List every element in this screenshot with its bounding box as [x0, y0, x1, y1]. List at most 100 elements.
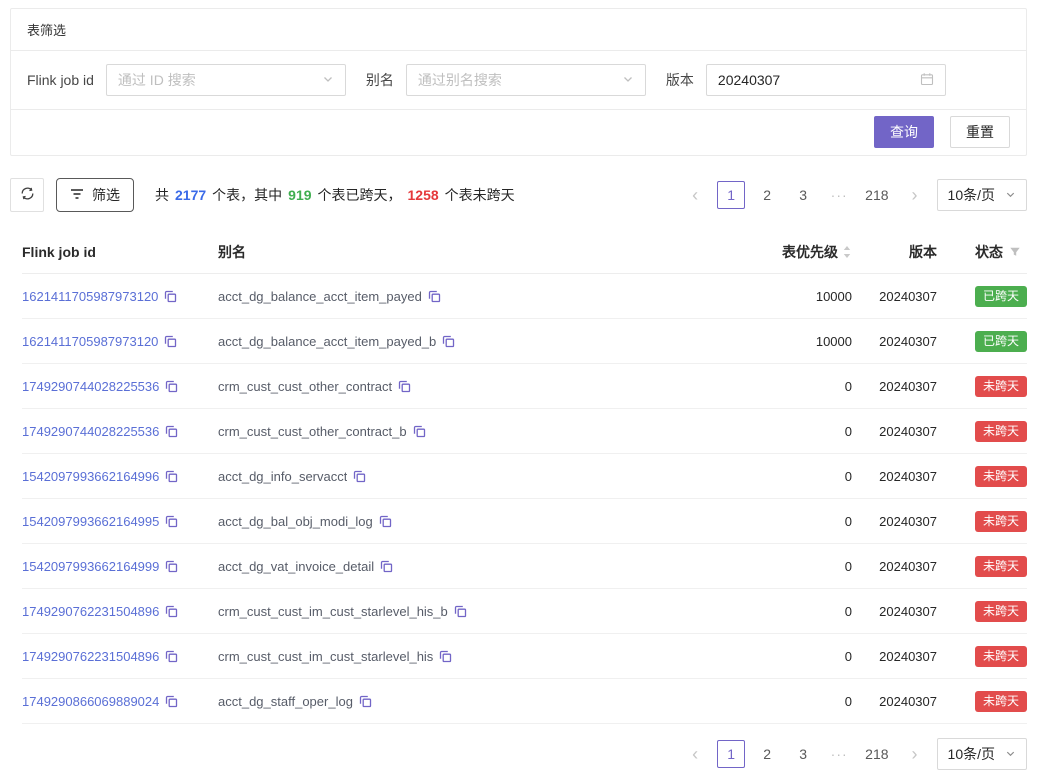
cell-flink-job-id: 1749290762231504896 [22, 649, 218, 664]
pagination-prev-icon[interactable]: ‹ [681, 181, 709, 209]
summary-text: 共2177个表，其中919个表已跨天，1258个表未跨天 [152, 185, 518, 205]
cell-version: 20240307 [852, 694, 937, 709]
copy-icon[interactable] [442, 335, 455, 348]
cell-flink-job-id: 1749290762231504896 [22, 604, 218, 619]
alias-link[interactable]: acct_dg_staff_oper_log [218, 694, 353, 709]
status-badge: 未跨天 [975, 511, 1027, 532]
flink-job-id-link[interactable]: 1542097993662164995 [22, 514, 159, 529]
pagination-next-icon[interactable]: › [901, 181, 929, 209]
alias-link[interactable]: crm_cust_cust_im_cust_starlevel_his_b [218, 604, 448, 619]
table-header: Flink job id 别名 表优先级 版本 状态 [22, 230, 1027, 274]
flink-job-id-link[interactable]: 1749290744028225536 [22, 424, 159, 439]
copy-icon[interactable] [413, 425, 426, 438]
copy-icon[interactable] [165, 515, 178, 528]
cell-alias: acct_dg_info_servacct [218, 469, 677, 484]
copy-icon[interactable] [359, 695, 372, 708]
flink-job-id-link[interactable]: 1749290744028225536 [22, 379, 159, 394]
copy-icon[interactable] [454, 605, 467, 618]
reset-button[interactable]: 重置 [950, 116, 1010, 148]
pagination-page-3[interactable]: 3 [789, 740, 817, 768]
flink-job-id-select[interactable]: 通过 ID 搜索 [106, 64, 346, 96]
table-row: 1749290866069889024 acct_dg_staff_oper_l… [22, 679, 1027, 724]
pagination-ellipsis[interactable]: ··· [825, 181, 853, 209]
query-button[interactable]: 查询 [874, 116, 934, 148]
pagination-next-icon[interactable]: › [901, 740, 929, 768]
sort-icon[interactable] [842, 245, 852, 259]
status-badge: 已跨天 [975, 286, 1027, 307]
copy-icon[interactable] [164, 290, 177, 303]
flink-job-id-link[interactable]: 1749290762231504896 [22, 649, 159, 664]
copy-icon[interactable] [379, 515, 392, 528]
flink-job-id-link[interactable]: 1749290762231504896 [22, 604, 159, 619]
cell-version: 20240307 [852, 424, 937, 439]
copy-icon[interactable] [165, 425, 178, 438]
copy-icon[interactable] [165, 560, 178, 573]
pagination-page-2[interactable]: 2 [753, 740, 781, 768]
alias-link[interactable]: crm_cust_cust_im_cust_starlevel_his [218, 649, 433, 664]
pagination-page-1[interactable]: 1 [717, 181, 745, 209]
cell-version: 20240307 [852, 604, 937, 619]
column-priority-label: 表优先级 [782, 242, 838, 262]
alias-link[interactable]: acct_dg_info_servacct [218, 469, 347, 484]
page-size-value: 10条/页 [948, 185, 995, 205]
alias-link[interactable]: crm_cust_cust_other_contract [218, 379, 392, 394]
cell-version: 20240307 [852, 649, 937, 664]
toolbar: 筛选 共2177个表，其中919个表已跨天，1258个表未跨天 ‹ 1 2 3 … [10, 178, 1027, 212]
copy-icon[interactable] [165, 470, 178, 483]
copy-icon[interactable] [165, 605, 178, 618]
cell-priority: 0 [677, 424, 852, 439]
refresh-button[interactable] [10, 178, 44, 212]
copy-icon[interactable] [380, 560, 393, 573]
copy-icon[interactable] [165, 695, 178, 708]
flink-job-id-link[interactable]: 1621411705987973120 [22, 289, 158, 304]
copy-icon[interactable] [164, 335, 177, 348]
pagination-top: ‹ 1 2 3 ··· 218 › 10条/页 [681, 179, 1027, 211]
chevron-down-icon [1005, 187, 1016, 203]
copy-icon[interactable] [353, 470, 366, 483]
alias-link[interactable]: acct_dg_balance_acct_item_payed_b [218, 334, 436, 349]
page-size-select[interactable]: 10条/页 [937, 738, 1027, 770]
version-date-input[interactable]: 20240307 [706, 64, 946, 96]
pagination-page-3[interactable]: 3 [789, 181, 817, 209]
funnel-filter-icon[interactable] [1009, 246, 1021, 258]
cell-version: 20240307 [852, 379, 937, 394]
field-version: 版本 20240307 [666, 64, 946, 96]
copy-icon[interactable] [439, 650, 452, 663]
copy-icon[interactable] [165, 380, 178, 393]
pagination-page-last[interactable]: 218 [861, 181, 892, 209]
pagination-page-last[interactable]: 218 [861, 740, 892, 768]
alias-link[interactable]: crm_cust_cust_other_contract_b [218, 424, 407, 439]
cell-version: 20240307 [852, 559, 937, 574]
summary-crossed-count: 919 [288, 187, 311, 203]
page-size-select[interactable]: 10条/页 [937, 179, 1027, 211]
copy-icon[interactable] [428, 290, 441, 303]
calendar-icon [920, 72, 934, 89]
pagination-page-2[interactable]: 2 [753, 181, 781, 209]
page: 表筛选 Flink job id 通过 ID 搜索 别名 通过别名搜索 [0, 0, 1037, 782]
alias-link[interactable]: acct_dg_bal_obj_modi_log [218, 514, 373, 529]
flink-job-id-link[interactable]: 1542097993662164996 [22, 469, 159, 484]
cell-status: 未跨天 [937, 556, 1027, 577]
cell-flink-job-id: 1749290744028225536 [22, 424, 218, 439]
filter-button[interactable]: 筛选 [56, 178, 134, 212]
page-size-value: 10条/页 [948, 744, 995, 764]
flink-job-id-link[interactable]: 1542097993662164999 [22, 559, 159, 574]
pagination-ellipsis[interactable]: ··· [825, 740, 853, 768]
pagination-page-1[interactable]: 1 [717, 740, 745, 768]
version-value: 20240307 [718, 72, 780, 88]
cell-status: 未跨天 [937, 421, 1027, 442]
column-priority[interactable]: 表优先级 [677, 242, 852, 262]
copy-icon[interactable] [398, 380, 411, 393]
flink-job-id-link[interactable]: 1621411705987973120 [22, 334, 158, 349]
alias-link[interactable]: acct_dg_balance_acct_item_payed [218, 289, 422, 304]
cell-priority: 0 [677, 649, 852, 664]
table-row: 1621411705987973120 acct_dg_balance_acct… [22, 274, 1027, 319]
flink-job-id-link[interactable]: 1749290866069889024 [22, 694, 159, 709]
flink-job-id-label: Flink job id [27, 72, 94, 88]
cell-alias: acct_dg_balance_acct_item_payed_b [218, 334, 677, 349]
alias-link[interactable]: acct_dg_vat_invoice_detail [218, 559, 374, 574]
pagination-prev-icon[interactable]: ‹ [681, 740, 709, 768]
alias-label: 别名 [366, 70, 394, 90]
alias-select[interactable]: 通过别名搜索 [406, 64, 646, 96]
copy-icon[interactable] [165, 650, 178, 663]
